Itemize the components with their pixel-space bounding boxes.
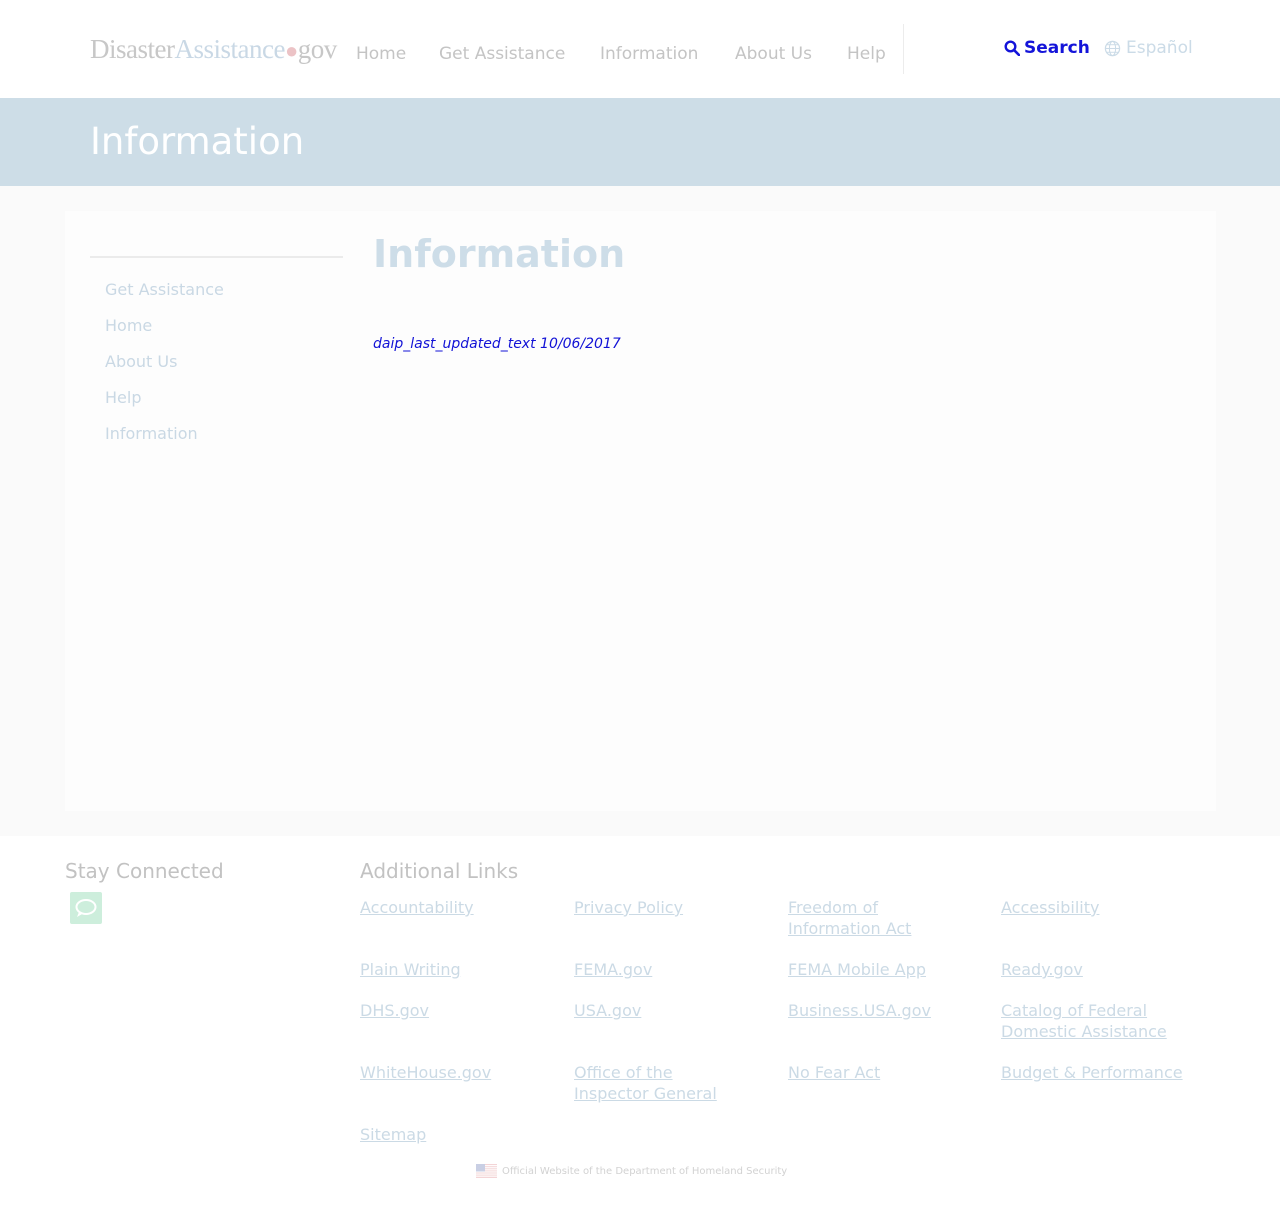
- nav-help[interactable]: Help: [847, 44, 886, 64]
- nav-about-us[interactable]: About Us: [735, 44, 812, 64]
- official-website-notice: Official Website of the Department of Ho…: [476, 1164, 787, 1178]
- footer-link-foia[interactable]: Freedom of Information Act: [788, 897, 938, 939]
- stay-connected-heading: Stay Connected: [65, 859, 224, 883]
- sidebar-divider: [90, 256, 343, 258]
- site-logo[interactable]: DisasterAssistance●gov: [90, 34, 337, 65]
- additional-links-heading: Additional Links: [360, 859, 519, 883]
- speech-bubble-icon: [75, 899, 97, 917]
- footer-link-oig[interactable]: Office of the Inspector General: [574, 1062, 734, 1104]
- footer-link-dhs[interactable]: DHS.gov: [360, 1000, 560, 1021]
- sidebar-item-home[interactable]: Home: [105, 316, 152, 335]
- site-header: DisasterAssistance●gov Home Get Assistan…: [0, 0, 1280, 98]
- footer-link-fema-mobile-app[interactable]: FEMA Mobile App: [788, 959, 988, 980]
- official-website-text: Official Website of the Department of Ho…: [502, 1165, 788, 1177]
- footer-link-plain-writing[interactable]: Plain Writing: [360, 959, 560, 980]
- search-label: Search: [1024, 38, 1090, 58]
- footer-link-budget-performance[interactable]: Budget & Performance: [1001, 1062, 1201, 1083]
- sidebar-item-information[interactable]: Information: [105, 424, 198, 443]
- nav-home[interactable]: Home: [356, 44, 406, 64]
- footer-link-no-fear-act[interactable]: No Fear Act: [788, 1062, 988, 1083]
- page-banner: Information: [0, 98, 1280, 186]
- banner-title: Information: [90, 120, 305, 163]
- search-button[interactable]: Search: [1004, 38, 1090, 58]
- sidebar-item-help[interactable]: Help: [105, 388, 141, 407]
- language-toggle[interactable]: Español: [1104, 38, 1193, 58]
- footer-link-ready[interactable]: Ready.gov: [1001, 959, 1201, 980]
- nav-divider: [903, 24, 904, 74]
- logo-part-disaster: Disaster: [90, 34, 175, 64]
- logo-part-gov: gov: [297, 34, 338, 64]
- page-title: Information: [373, 232, 626, 276]
- footer-link-usa[interactable]: USA.gov: [574, 1000, 774, 1021]
- nav-information[interactable]: Information: [600, 44, 698, 64]
- footer-link-sitemap[interactable]: Sitemap: [360, 1124, 560, 1145]
- logo-dot: ●: [284, 38, 298, 63]
- footer-link-privacy-policy[interactable]: Privacy Policy: [574, 897, 774, 918]
- content-card: [65, 211, 1216, 811]
- footer-link-accountability[interactable]: Accountability: [360, 897, 560, 918]
- sidebar-item-get-assistance[interactable]: Get Assistance: [105, 280, 224, 299]
- search-icon: [1004, 40, 1020, 56]
- last-updated-text: daip_last_updated_text 10/06/2017: [373, 336, 621, 352]
- nav-get-assistance[interactable]: Get Assistance: [439, 44, 565, 64]
- footer-link-business-usa[interactable]: Business.USA.gov: [788, 1000, 988, 1021]
- globe-icon: [1104, 40, 1121, 56]
- footer-link-catalog-fda[interactable]: Catalog of Federal Domestic Assistance: [1001, 1000, 1191, 1042]
- us-flag-icon: [476, 1164, 497, 1178]
- footer-link-fema[interactable]: FEMA.gov: [574, 959, 774, 980]
- footer-link-accessibility[interactable]: Accessibility: [1001, 897, 1201, 918]
- sidebar-item-about-us[interactable]: About Us: [105, 352, 177, 371]
- footer-link-whitehouse[interactable]: WhiteHouse.gov: [360, 1062, 560, 1083]
- chat-icon[interactable]: [70, 892, 102, 924]
- language-label: Español: [1126, 38, 1193, 58]
- logo-part-assistance: Assistance: [174, 34, 285, 64]
